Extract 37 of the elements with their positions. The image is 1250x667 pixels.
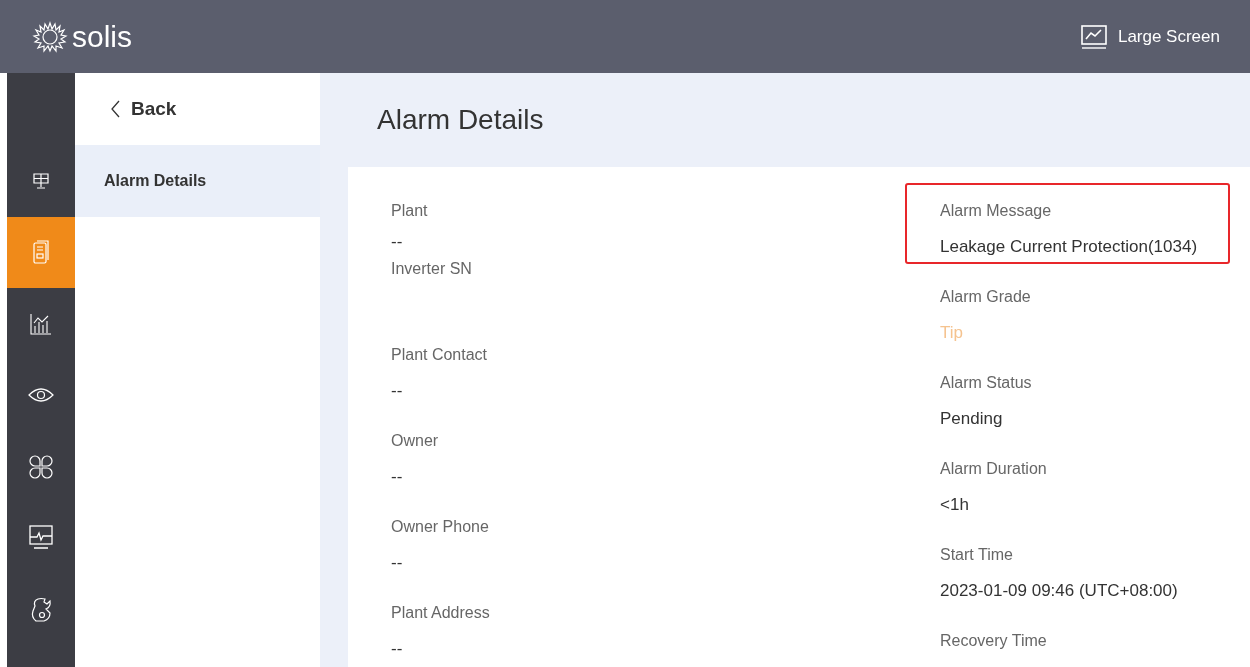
- line-chart-icon: [1079, 23, 1108, 50]
- field-value: --: [391, 231, 404, 253]
- field-label: Inverter SN: [391, 259, 473, 279]
- field-label: Plant: [391, 201, 429, 221]
- field-value: <1h: [940, 494, 970, 516]
- page-title: Alarm Details: [377, 104, 544, 136]
- chevron-left-icon: [111, 100, 121, 118]
- field-value: --: [391, 380, 404, 402]
- monitor-icon: [29, 525, 53, 552]
- sun-logo-icon: [32, 20, 68, 53]
- cloverleaf-icon: [29, 454, 53, 479]
- wrench-gear-icon: [30, 596, 52, 623]
- field-label: Plant Contact: [391, 345, 489, 365]
- field-value: --: [391, 638, 404, 660]
- field-label: Alarm Grade: [940, 287, 1032, 307]
- field-label: Recovery Time: [940, 631, 1048, 651]
- field-value: --: [391, 552, 404, 574]
- field-label: Alarm Duration: [940, 459, 1048, 479]
- field-label: Owner Phone: [391, 517, 490, 537]
- field-value: Leakage Current Protection(1034): [940, 236, 1199, 258]
- field-label: Owner: [391, 431, 440, 451]
- field-label: Start Time: [940, 545, 1014, 565]
- solar-panel-icon: [32, 171, 50, 190]
- field-value: Pending: [940, 408, 1004, 430]
- logo-text: solis: [72, 19, 132, 54]
- field-label: Alarm Status: [940, 373, 1033, 393]
- field-value: --: [391, 466, 404, 488]
- bar-chart-icon: [30, 312, 52, 335]
- field-value: Tip: [940, 322, 964, 344]
- subnav-item[interactable]: Alarm Details: [75, 145, 320, 217]
- eye-icon: [28, 386, 54, 405]
- field-label: Plant Address: [391, 603, 491, 623]
- field-value: 2023-01-09 09:46 (UTC+08:00): [940, 580, 1179, 602]
- back-link[interactable]: Back: [75, 73, 320, 145]
- field-label: Alarm Message: [940, 201, 1053, 221]
- device-icon: [32, 239, 50, 266]
- large-screen-link[interactable]: Large Screen: [1079, 23, 1220, 50]
